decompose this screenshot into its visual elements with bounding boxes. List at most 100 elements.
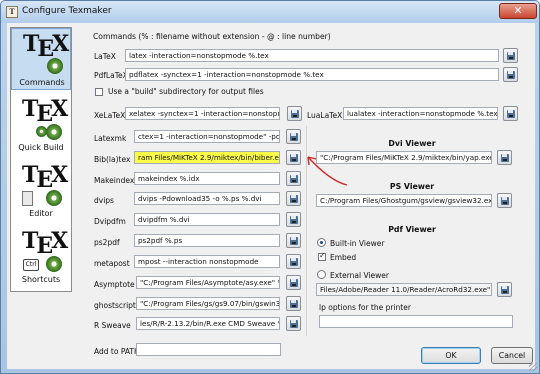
sidebar-item-commands[interactable]: TEX Commands [11, 28, 71, 90]
dvipdfm-browse-button[interactable] [286, 212, 301, 227]
editor-icon: TEX [22, 162, 68, 206]
cancel-button[interactable]: Cancel [491, 347, 533, 364]
lualatex-field[interactable]: lualatex -interaction=nonstopmode %.tex [343, 107, 498, 120]
biblatex-label: Bib(la)tex [94, 155, 131, 164]
dvi-viewer-title: Dvi Viewer [388, 139, 436, 148]
sidebar-item-shortcuts[interactable]: TEX Ctrl Shortcuts [11, 226, 71, 288]
floppy-icon [507, 52, 515, 60]
gear-icon [46, 190, 62, 206]
ok-button[interactable]: OK [421, 347, 481, 364]
dvips-label: dvips [94, 196, 114, 205]
floppy-icon [290, 154, 298, 162]
external-viewer-label: External Viewer [330, 271, 389, 280]
gear-icon [46, 124, 62, 140]
floppy-icon [501, 197, 509, 205]
ghostscript-label: ghostscript [94, 301, 136, 310]
dvipdfm-label: Dvipdfm [94, 217, 126, 226]
floppy-icon [290, 175, 298, 183]
r-sweave-label: R Sweave [94, 321, 131, 330]
sidebar-item-label: Quick Build [18, 143, 64, 152]
makeindex-field[interactable]: makeindex %.idx [134, 172, 280, 185]
shortcuts-icon: TEX Ctrl [22, 228, 68, 272]
gear-icon [47, 58, 63, 74]
tex-logo: TEX [22, 228, 68, 259]
gear-icon [46, 256, 62, 272]
latex-browse-button[interactable] [503, 48, 518, 63]
resize-grip[interactable] [529, 363, 537, 371]
dvips-field[interactable]: dvips -Pdownload35 -o %.ps %.dvi [134, 192, 280, 205]
external-viewer-field[interactable]: Files/Adobe/Reader 11.0/Reader/AcroRd32.… [316, 283, 492, 296]
printer-options-label: lp options for the printer [319, 303, 411, 312]
ps2pdf-browse-button[interactable] [286, 233, 301, 248]
sidebar-item-label: Commands [19, 78, 65, 87]
ps2pdf-field[interactable]: ps2pdf %.ps [134, 234, 280, 247]
metapost-label: metapost [94, 259, 130, 268]
ps2pdf-label: ps2pdf [94, 238, 120, 247]
xelatex-label: XeLaTeX [94, 111, 126, 120]
sidebar-item-label: Shortcuts [21, 275, 61, 284]
commands-header: Commands (% : filename without extension… [93, 32, 331, 41]
makeindex-label: Makeindex [94, 176, 135, 185]
floppy-icon [290, 258, 298, 266]
sidebar-item-label: Editor [29, 209, 53, 218]
asymptote-browse-button[interactable] [286, 275, 301, 290]
latex-field[interactable]: latex -interaction=nonstopmode %.tex [125, 49, 499, 62]
ghostscript-field[interactable]: "C:/Program Files/gs/gs9.07/bin/gswin32c… [136, 297, 280, 310]
floppy-icon [501, 286, 509, 294]
floppy-icon [507, 110, 515, 118]
metapost-field[interactable]: mpost --interaction nonstopmode [134, 255, 280, 268]
floppy-icon [290, 195, 298, 203]
ps-viewer-field[interactable]: C:/Program Files/Ghostgum/gsview/gsview3… [316, 194, 492, 207]
sidebar-item-quick-build[interactable]: TEX Quick Build [11, 94, 71, 156]
pdflatex-browse-button[interactable] [503, 67, 518, 82]
builtin-viewer-label: Built-in Viewer [330, 239, 385, 248]
window-title: Configure Texmaker [22, 6, 112, 16]
lualatex-browse-button[interactable] [503, 106, 518, 121]
floppy-icon [290, 216, 298, 224]
asymptote-label: Asymptote [94, 280, 135, 289]
latexmk-field[interactable]: ctex=1 -interaction=nonstopmode" -pdf %.… [134, 130, 280, 143]
floppy-icon [290, 320, 298, 328]
xelatex-browse-button[interactable] [287, 106, 302, 121]
ghostscript-browse-button[interactable] [286, 296, 301, 311]
builtin-viewer-radio[interactable] [317, 238, 326, 247]
external-viewer-radio[interactable] [317, 270, 326, 279]
embed-label: Embed [330, 253, 357, 262]
ps-viewer-browse-button[interactable] [497, 193, 512, 208]
external-viewer-browse-button[interactable] [497, 282, 512, 297]
latex-label: LaTeX [94, 52, 116, 61]
latexmk-browse-button[interactable] [286, 129, 301, 144]
close-button[interactable]: ✕ [499, 3, 537, 19]
floppy-icon [501, 154, 509, 162]
floppy-icon [290, 279, 298, 287]
pdflatex-label: PdfLaTeX [94, 71, 128, 80]
title-bar: T Configure Texmaker ✕ [1, 1, 539, 23]
add-to-path-field[interactable] [136, 343, 281, 356]
metapost-browse-button[interactable] [286, 254, 301, 269]
document-icon [22, 191, 33, 206]
latexmk-label: Latexmk [94, 134, 127, 143]
makeindex-browse-button[interactable] [286, 171, 301, 186]
xelatex-field[interactable]: xelatex -synctex=1 -interaction=nonstopm… [125, 107, 280, 120]
lualatex-label: LuaLaTeX [307, 111, 343, 120]
asymptote-field[interactable]: "C:/Program Files/Asymptote/asy.exe" %.a… [136, 276, 280, 289]
sidebar-item-editor[interactable]: TEX Editor [11, 160, 71, 222]
pdflatex-field[interactable]: pdflatex -synctex=1 -interaction=nonstop… [125, 68, 499, 81]
dvips-browse-button[interactable] [286, 191, 301, 206]
dvi-viewer-browse-button[interactable] [497, 150, 512, 165]
r-sweave-field[interactable]: les/R/R-2.13.2/bin/R.exe CMD Sweave %.Rn… [136, 317, 280, 330]
r-sweave-browse-button[interactable] [286, 316, 301, 331]
embed-checkbox[interactable] [318, 251, 326, 261]
dvipdfm-field[interactable]: dvipdfm %.dvi [134, 213, 280, 226]
gear-icon [36, 126, 47, 137]
build-subdir-label: Use a "build" subdirectory for output fi… [108, 87, 264, 96]
biblatex-browse-button[interactable] [286, 150, 301, 165]
pdf-viewer-title: Pdf Viewer [388, 225, 436, 234]
build-subdir-checkbox[interactable] [95, 88, 103, 96]
printer-options-field[interactable] [319, 315, 513, 328]
add-to-path-label: Add to PATH [94, 347, 140, 356]
floppy-icon [290, 300, 298, 308]
biblatex-field[interactable]: ram Files/MiKTeX 2.9/miktex/bin/biber.ex… [134, 151, 280, 164]
tex-logo: TEX [23, 31, 69, 62]
floppy-icon [290, 133, 298, 141]
